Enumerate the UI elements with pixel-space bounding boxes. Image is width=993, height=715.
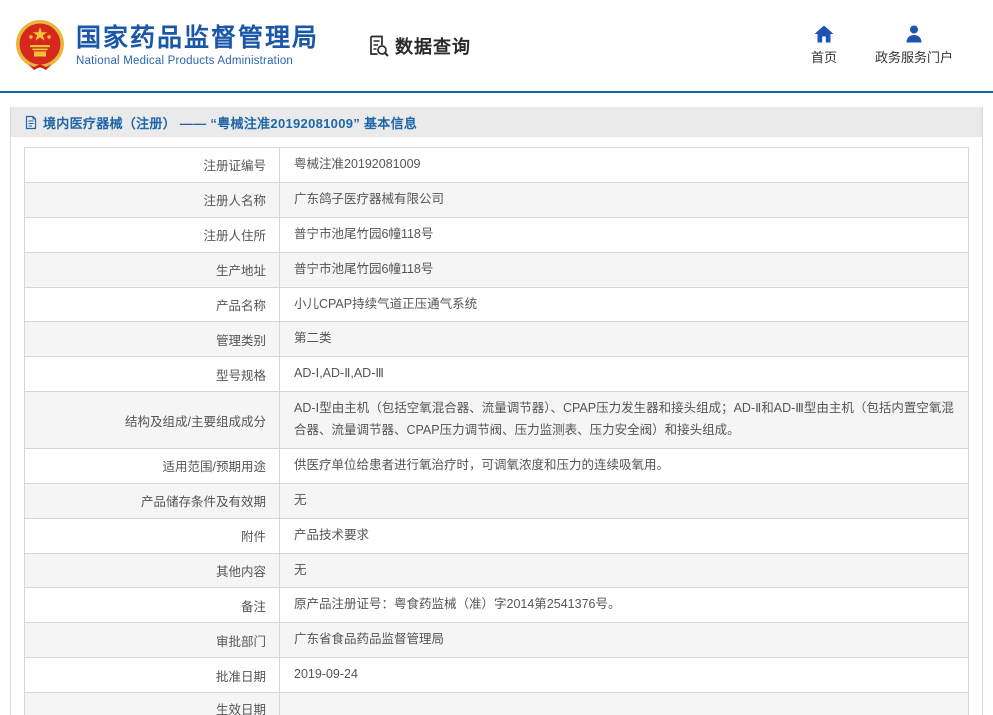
site-subtitle: National Medical Products Administration	[76, 55, 319, 67]
field-label: 注册人名称	[25, 182, 280, 217]
nav-gov-portal[interactable]: 政务服务门户	[875, 25, 953, 66]
field-label: 生效日期	[25, 693, 280, 715]
field-value: 原产品注册证号：粤食药监械（准）字2014第2541376号。	[280, 588, 969, 623]
field-value: 广东鸽子医疗器械有限公司	[280, 182, 969, 217]
table-row: 其他内容无	[25, 553, 969, 588]
table-row: 注册人住所普宁市池尾竹园6幢118号	[25, 217, 969, 252]
field-label: 备注	[25, 588, 280, 623]
nmpa-logo[interactable]: 国家药品监督管理局 National Medical Products Admi…	[14, 18, 319, 74]
field-label: 产品名称	[25, 287, 280, 322]
field-value: 粤械注准20192081009	[280, 148, 969, 183]
field-value: 普宁市池尾竹园6幢118号	[280, 252, 969, 287]
page-title: 境内医疗器械（注册） —— “粤械注准20192081009” 基本信息	[43, 113, 417, 132]
table-row: 备注原产品注册证号：粤食药监械（准）字2014第2541376号。	[25, 588, 969, 623]
field-value: 2019-09-24	[280, 658, 969, 693]
table-row: 产品储存条件及有效期无	[25, 483, 969, 518]
field-value: AD-Ⅰ型由主机（包括空氧混合器、流量调节器）、CPAP压力发生器和接头组成；A…	[280, 392, 969, 449]
field-label: 结构及组成/主要组成成分	[25, 392, 280, 449]
document-search-icon	[365, 33, 390, 58]
field-value: AD-Ⅰ,AD-Ⅱ,AD-Ⅲ	[280, 357, 969, 392]
field-value	[280, 693, 969, 715]
table-row: 适用范围/预期用途供医疗单位给患者进行氧治疗时，可调氧浓度和压力的连续吸氧用。	[25, 448, 969, 483]
table-row: 注册证编号粤械注准20192081009	[25, 148, 969, 183]
table-row: 审批部门广东省食品药品监督管理局	[25, 623, 969, 658]
nav-gov-portal-label: 政务服务门户	[875, 47, 953, 66]
field-value: 广东省食品药品监督管理局	[280, 623, 969, 658]
field-value: 小儿CPAP持续气道正压通气系统	[280, 287, 969, 322]
field-label: 注册证编号	[25, 148, 280, 183]
field-label: 批准日期	[25, 658, 280, 693]
data-query-section[interactable]: 数据查询	[365, 33, 471, 59]
nav-home[interactable]: 首页	[811, 25, 837, 66]
table-row: 生效日期	[25, 693, 969, 715]
field-label: 生产地址	[25, 252, 280, 287]
field-label: 适用范围/预期用途	[25, 448, 280, 483]
field-value: 第二类	[280, 322, 969, 357]
field-label: 管理类别	[25, 322, 280, 357]
user-icon	[904, 25, 924, 43]
home-icon	[814, 25, 834, 43]
field-label: 产品储存条件及有效期	[25, 483, 280, 518]
table-row: 批准日期2019-09-24	[25, 658, 969, 693]
nav-home-label: 首页	[811, 47, 837, 66]
table-row: 附件产品技术要求	[25, 518, 969, 553]
field-label: 注册人住所	[25, 217, 280, 252]
site-title: 国家药品监督管理局	[76, 24, 319, 53]
field-value: 普宁市池尾竹园6幢118号	[280, 217, 969, 252]
table-row: 生产地址普宁市池尾竹园6幢118号	[25, 252, 969, 287]
data-query-label: 数据查询	[395, 33, 471, 59]
field-label: 型号规格	[25, 357, 280, 392]
content-panel: 境内医疗器械（注册） —— “粤械注准20192081009” 基本信息 注册证…	[10, 107, 983, 715]
field-value: 无	[280, 553, 969, 588]
table-row: 产品名称小儿CPAP持续气道正压通气系统	[25, 287, 969, 322]
table-row: 注册人名称广东鸽子医疗器械有限公司	[25, 182, 969, 217]
field-label: 附件	[25, 518, 280, 553]
table-row: 型号规格AD-Ⅰ,AD-Ⅱ,AD-Ⅲ	[25, 357, 969, 392]
site-header: 国家药品监督管理局 National Medical Products Admi…	[0, 0, 993, 91]
field-value: 无	[280, 483, 969, 518]
breadcrumb-title-bar: 境内医疗器械（注册） —— “粤械注准20192081009” 基本信息	[11, 107, 982, 137]
field-label: 其他内容	[25, 553, 280, 588]
page-icon	[24, 115, 38, 130]
header-divider	[0, 91, 993, 93]
registration-info-table: 注册证编号粤械注准20192081009注册人名称广东鸽子医疗器械有限公司注册人…	[24, 147, 969, 715]
header-nav: 首页 政务服务门户	[811, 25, 979, 66]
field-value: 产品技术要求	[280, 518, 969, 553]
table-row: 结构及组成/主要组成成分AD-Ⅰ型由主机（包括空氧混合器、流量调节器）、CPAP…	[25, 392, 969, 449]
field-value: 供医疗单位给患者进行氧治疗时，可调氧浓度和压力的连续吸氧用。	[280, 448, 969, 483]
field-label: 审批部门	[25, 623, 280, 658]
china-national-emblem-icon	[14, 18, 66, 74]
table-row: 管理类别第二类	[25, 322, 969, 357]
